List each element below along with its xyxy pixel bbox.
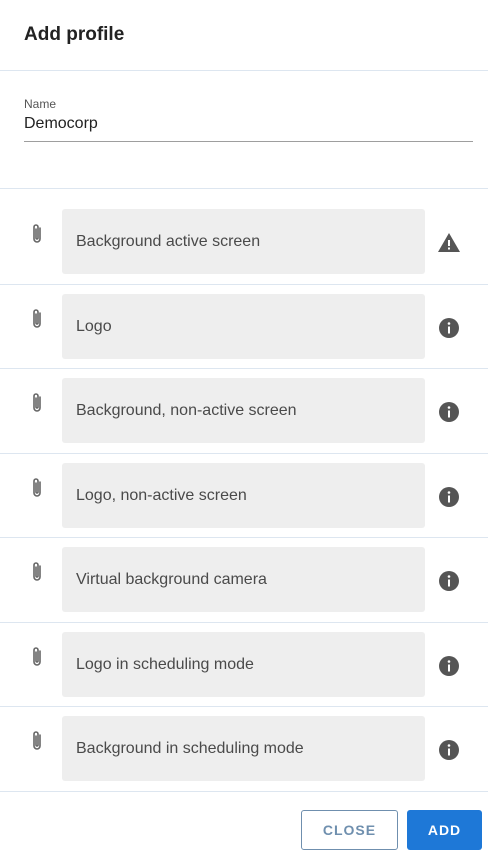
upload-row: Logo, non-active screen: [0, 454, 488, 538]
name-input[interactable]: [24, 111, 473, 142]
upload-row: Logo: [0, 285, 488, 369]
upload-row: Background active screen: [0, 200, 488, 285]
add-button[interactable]: ADD: [407, 810, 482, 850]
upload-field[interactable]: Background, non-active screen: [62, 378, 425, 443]
dialog-header: Add profile: [0, 0, 488, 71]
dialog-actions: CLOSE ADD: [0, 810, 488, 850]
upload-field[interactable]: Logo, non-active screen: [62, 462, 425, 528]
paperclip-icon[interactable]: [29, 391, 45, 415]
name-field-group: Name: [0, 71, 488, 189]
upload-field[interactable]: Logo: [62, 293, 425, 359]
upload-field[interactable]: Background in scheduling mode: [62, 716, 425, 781]
info-icon[interactable]: [437, 485, 461, 509]
paperclip-icon[interactable]: [29, 560, 45, 584]
upload-field[interactable]: Virtual background camera: [62, 547, 425, 612]
upload-row: Logo in scheduling mode: [0, 623, 488, 707]
upload-list: Background active screen Logo Background, …: [0, 200, 488, 792]
dialog-title: Add profile: [24, 24, 125, 45]
paperclip-icon[interactable]: [29, 307, 45, 331]
info-icon[interactable]: [437, 569, 461, 593]
upload-row: Background in scheduling mode: [0, 707, 488, 792]
paperclip-icon[interactable]: [29, 729, 45, 753]
info-icon[interactable]: [437, 316, 461, 340]
upload-row: Background, non-active screen: [0, 369, 488, 454]
paperclip-icon[interactable]: [29, 476, 45, 500]
name-field-label: Name: [24, 97, 57, 111]
upload-field[interactable]: Background active screen: [62, 209, 425, 274]
info-icon[interactable]: [437, 738, 461, 762]
warning-icon[interactable]: [437, 231, 461, 255]
info-icon[interactable]: [437, 400, 461, 424]
info-icon[interactable]: [437, 654, 461, 678]
upload-row: Virtual background camera: [0, 538, 488, 623]
close-button[interactable]: CLOSE: [301, 810, 398, 850]
paperclip-icon[interactable]: [29, 222, 45, 246]
upload-field[interactable]: Logo in scheduling mode: [62, 631, 425, 697]
paperclip-icon[interactable]: [29, 645, 45, 669]
